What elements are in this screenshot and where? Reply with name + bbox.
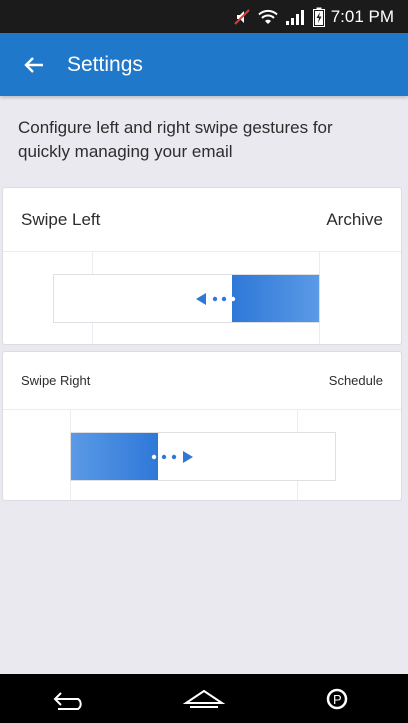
arrow-left-icon [24,56,43,73]
swipe-left-card[interactable]: Swipe Left Archive [2,187,402,345]
overview-icon: P [326,688,348,709]
home-icon [182,689,226,708]
signal-icon [285,8,307,26]
swipe-left-value: Archive [326,209,383,229]
swipe-right-action-fill [71,433,158,480]
back-button[interactable] [6,37,62,93]
swipe-right-card[interactable]: Swipe Right Schedule [2,351,402,501]
status-time: 7:01 PM [330,6,394,26]
arrow-left-dots-icon [196,293,236,305]
app-bar: Settings [0,33,408,96]
nav-overview-button[interactable]: P [310,679,370,719]
wifi-icon [257,8,279,26]
settings-description: Configure left and right swipe gestures … [18,118,333,161]
nav-home-button[interactable] [174,679,234,719]
swipe-right-mail-placeholder [70,432,336,481]
page-title: Settings [67,52,143,76]
system-nav-bar: P [0,674,408,723]
battery-charging-icon [312,7,325,27]
swipe-left-action-fill [232,275,319,322]
swipe-right-row[interactable]: Swipe Right Schedule [3,352,401,410]
swipe-left-label: Swipe Left [21,209,101,229]
swipe-right-preview [3,410,401,500]
swipe-left-preview [3,252,401,344]
swipe-right-value: Schedule [328,373,383,388]
nav-back-button[interactable] [38,679,98,719]
swipe-left-row[interactable]: Swipe Left Archive [3,188,401,252]
back-icon [53,691,82,710]
muted-icon [233,8,251,26]
arrow-right-dots-icon [151,451,193,463]
svg-text:P: P [333,692,342,707]
swipe-right-label: Swipe Right [21,373,91,388]
status-bar: 7:01 PM [0,0,408,33]
swipe-left-mail-placeholder [53,274,320,323]
